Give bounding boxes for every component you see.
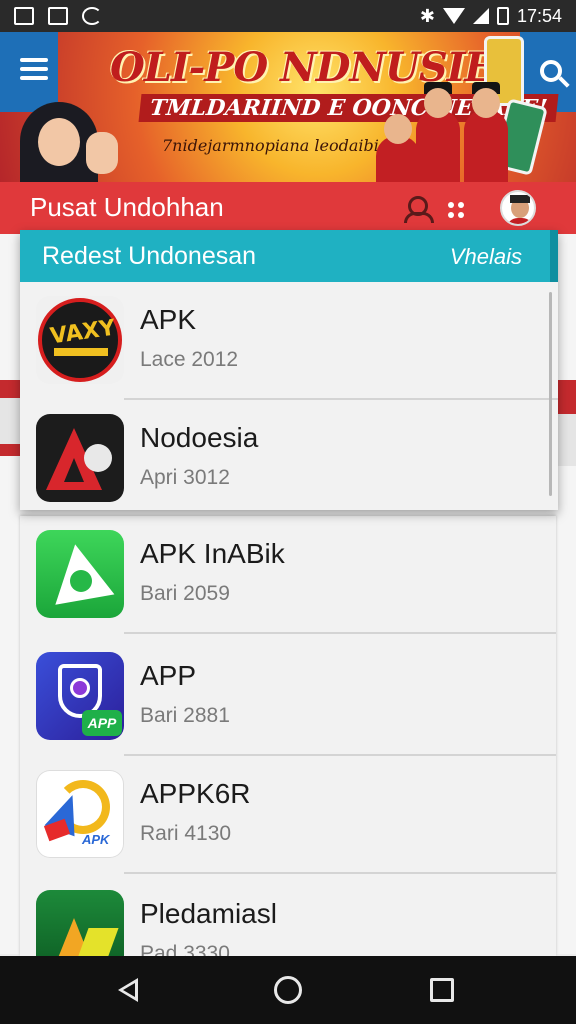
background-peek-left	[0, 398, 20, 444]
battery-icon	[496, 7, 509, 25]
item-name: APK InABik	[140, 538, 285, 569]
item-name: APPK6R	[140, 778, 251, 809]
dialog-action-button[interactable]: Vhelais	[450, 244, 522, 270]
home-icon[interactable]	[274, 976, 302, 1004]
list-item[interactable]: Pledamiasl Pad 3330	[20, 876, 556, 956]
divider	[124, 872, 556, 874]
promo-banner[interactable]: OLI-PO NDNUSIE TMLDARIIND E OONC NEVALE!…	[0, 32, 576, 182]
app-header: Pusat Undohhan	[0, 182, 576, 234]
list-item[interactable]: APK APPK6R Rari 4130	[20, 756, 556, 874]
item-meta: Lace 2012	[140, 348, 239, 371]
list-item[interactable]: VAXY APK Lace 2012	[20, 282, 558, 400]
navigation-bar	[0, 956, 576, 1024]
divider	[124, 632, 556, 634]
item-meta: Bari 2059	[140, 582, 230, 605]
item-name: APP	[140, 660, 197, 691]
red-a-logo-icon	[36, 414, 124, 502]
back-icon[interactable]	[118, 978, 138, 1002]
list-item[interactable]: APK InABik Bari 2059	[20, 516, 556, 634]
green-triangle-app-icon	[36, 530, 124, 618]
list-item[interactable]: APP APP Bari 2881	[20, 638, 556, 756]
wifi-icon	[442, 8, 465, 24]
item-meta: Apri 3012	[140, 466, 230, 489]
system-icons: ✱ 17:54	[420, 6, 562, 27]
chart-icon	[48, 7, 68, 25]
recent-apps-icon[interactable]	[430, 978, 454, 1002]
dialog-title: Redest Undonesan	[42, 242, 257, 270]
item-meta: Pad 3330	[140, 942, 230, 956]
apkr-rocket-icon: APK	[36, 770, 124, 858]
gallery-icon	[14, 7, 34, 25]
more-options-icon[interactable]	[448, 202, 464, 218]
dialog-edge	[550, 230, 558, 282]
dropdown-dialog: Redest Undonesan Vhelais VAXY APK Lace 2…	[20, 230, 558, 510]
app-list: APK InABik Bari 2059 APP APP Bari 2881 A…	[20, 516, 556, 956]
item-meta: Rari 4130	[140, 822, 232, 845]
scrollbar[interactable]	[549, 292, 552, 496]
item-meta: Bari 2881	[140, 704, 230, 727]
avatar[interactable]	[500, 190, 536, 226]
shield-app-icon: APP	[36, 652, 124, 740]
list-item[interactable]: Nodoesia Apri 3012	[20, 400, 558, 518]
status-bar: ✱ 17:54	[0, 0, 576, 32]
waving-hand-image	[86, 132, 118, 174]
bluetooth-icon: ✱	[419, 5, 435, 26]
page-title: Pusat Undohhan	[30, 192, 224, 222]
app-screen: ✱ 17:54 OLI-PO NDNUSIE TMLDARIIND E OONC…	[0, 0, 576, 1024]
dialog-header: Redest Undonesan Vhelais	[20, 230, 558, 282]
banner-people-image	[376, 82, 526, 182]
item-name: Pledamiasl	[140, 898, 277, 929]
user-icon[interactable]	[404, 196, 434, 223]
vaxy-logo-icon: VAXY	[36, 296, 124, 384]
sync-icon	[82, 7, 102, 25]
status-time: 17:54	[516, 5, 562, 26]
green-a-logo-icon	[36, 890, 124, 956]
notification-icons	[14, 7, 102, 25]
background-peek-right	[556, 414, 576, 466]
item-name: APK	[140, 304, 197, 335]
item-name: Nodoesia	[140, 422, 259, 453]
signal-icon	[472, 8, 489, 24]
search-icon[interactable]	[540, 60, 562, 82]
hamburger-menu-icon[interactable]	[20, 58, 48, 80]
